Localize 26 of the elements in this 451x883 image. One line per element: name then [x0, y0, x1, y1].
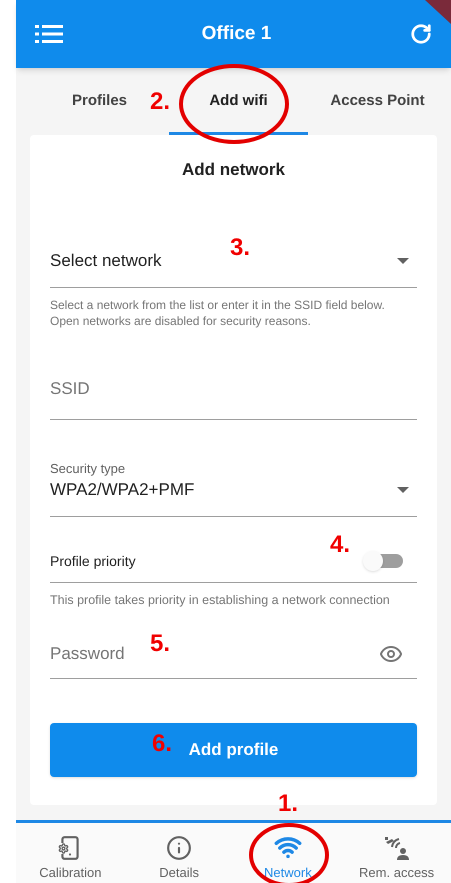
helper-text: Select a network from the list or enter it in the SSID field below. Open networks are disabled for security reasons. [50, 296, 386, 328]
app-title: Office 1 [202, 22, 272, 46]
annotation-number: 5. [150, 630, 170, 658]
annotation-number: 1. [278, 790, 298, 818]
form-title: Add network [181, 159, 286, 181]
nav-item[interactable]: Rem. access [342, 823, 451, 883]
nav-item[interactable]: Calibration [16, 823, 125, 883]
tab[interactable]: Access Point [308, 68, 447, 135]
menu-icon[interactable] [35, 24, 63, 44]
nav-item[interactable]: Network [234, 823, 342, 883]
annotation-number: 6. [152, 730, 172, 758]
nav-item[interactable]: Details [124, 823, 234, 883]
dropdown-value: WPA2/WPA2+PMF [50, 478, 194, 500]
dropdown-field[interactable]: Security type WPA2/WPA2+PMF [50, 458, 417, 516]
debug-banner-icon [425, 0, 451, 24]
dropdown-caret-icon [397, 258, 409, 264]
ssid-field[interactable]: SSID [50, 376, 417, 420]
dropdown-caret-icon [397, 486, 409, 492]
dropdown-value: Select network [50, 250, 162, 272]
field-label: Security type [50, 460, 126, 478]
switch-label: Profile priority [50, 552, 136, 571]
annotation-number: 4. [330, 531, 350, 559]
helper-text: This profile takes priority in establishing a network connection [50, 592, 391, 608]
annotation-number: 2. [150, 88, 170, 116]
info-icon [166, 835, 192, 861]
refresh-icon[interactable] [410, 23, 432, 45]
